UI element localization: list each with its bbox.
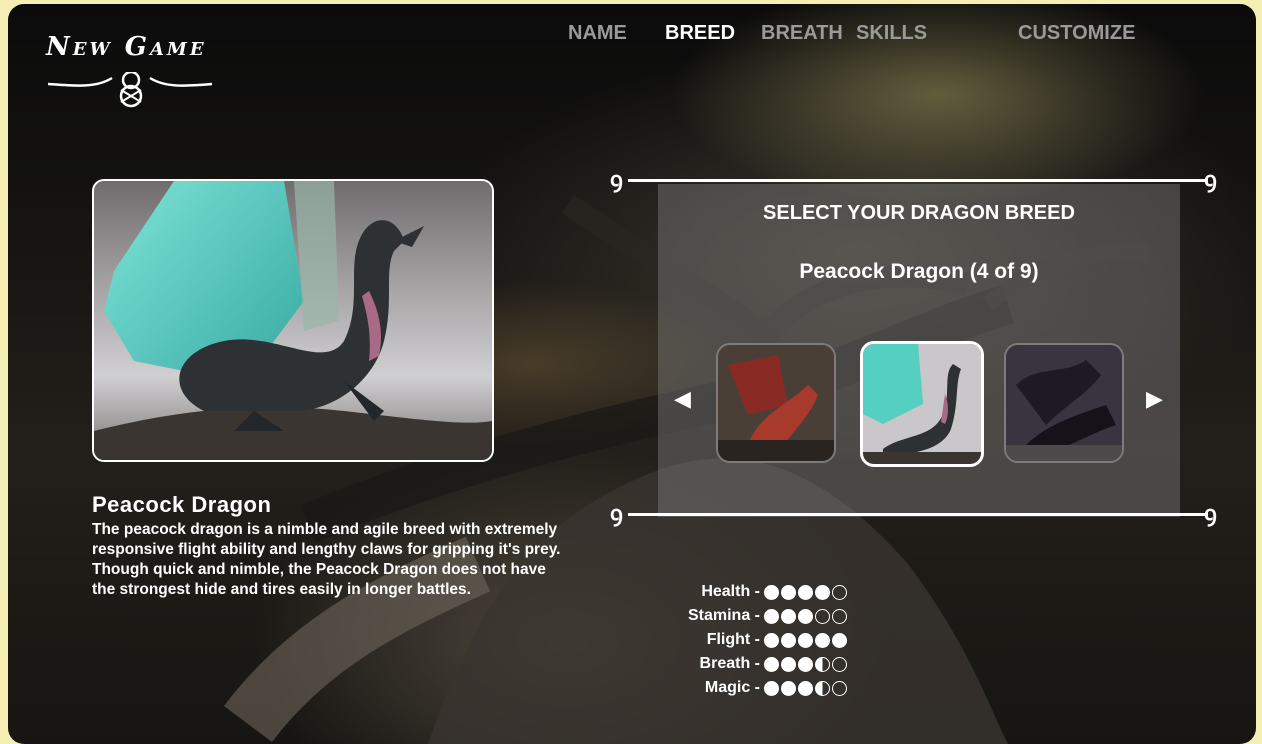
logo-ornament-icon (47, 72, 213, 108)
rating-dot-icon (764, 632, 779, 648)
panel-top-rail (628, 179, 1208, 182)
breed-thumbnail-selected[interactable] (860, 341, 984, 467)
nav-tab-breath[interactable]: BREATH (761, 22, 843, 45)
prev-breed-arrow-icon[interactable]: ◀ (674, 387, 691, 412)
stat-label: Flight - (706, 631, 760, 648)
stat-row-magic: Magic - (648, 676, 908, 700)
rating-dot-icon (832, 608, 847, 624)
stat-rating (764, 680, 847, 696)
rating-dot-icon (781, 680, 796, 696)
breed-stats: Health - Stamina - Flight - Breath - Mag… (648, 580, 908, 700)
nav-tab-name[interactable]: NAME (568, 22, 627, 45)
stat-rating (764, 608, 847, 624)
breed-thumbnail-next[interactable] (1004, 343, 1124, 463)
rating-dot-icon (815, 656, 830, 672)
game-window: New Game NAME BREED BREATH SKILLS CUSTOM… (8, 4, 1256, 744)
rating-dot-icon (815, 632, 830, 648)
nav-tab-skills[interactable]: SKILLS (856, 22, 927, 45)
rail-ornament-icon: ꝯ (1204, 167, 1217, 193)
breed-preview-image (92, 179, 494, 462)
rating-dot-icon (815, 608, 830, 624)
rail-ornament-icon: ꝯ (610, 501, 623, 527)
rail-ornament-icon: ꝯ (1204, 501, 1217, 527)
stat-row-health: Health - (648, 580, 908, 604)
rating-dot-icon (798, 680, 813, 696)
nav-tab-breed[interactable]: BREED (665, 22, 735, 45)
rating-dot-icon (781, 656, 796, 672)
stat-rating (764, 584, 847, 600)
breed-thumbnail-prev[interactable] (716, 343, 836, 463)
stat-rating (764, 656, 847, 672)
next-breed-arrow-icon[interactable]: ▶ (1146, 387, 1163, 412)
stat-label: Magic - (704, 679, 760, 696)
rating-dot-icon (798, 656, 813, 672)
red-dragon-thumbnail (718, 345, 834, 461)
stat-row-stamina: Stamina - (648, 604, 908, 628)
shadow-dragon-thumbnail (1006, 345, 1122, 461)
rail-ornament-icon: ꝯ (610, 167, 623, 193)
rating-dot-icon (798, 584, 813, 600)
selector-heading: SELECT YOUR DRAGON BREED (763, 202, 1075, 224)
stat-label: Stamina - (687, 607, 760, 624)
breed-description: The peacock dragon is a nimble and agile… (92, 521, 561, 598)
rating-dot-icon (832, 680, 847, 696)
rating-dot-icon (815, 680, 830, 696)
rating-dot-icon (764, 584, 779, 600)
peacock-dragon-illustration (94, 181, 492, 460)
stat-row-breath: Breath - (648, 652, 908, 676)
rating-dot-icon (764, 680, 779, 696)
rating-dot-icon (798, 632, 813, 648)
stat-rating (764, 632, 847, 648)
stat-label: Health - (701, 583, 760, 600)
rating-dot-icon (764, 608, 779, 624)
stat-label: Breath - (699, 655, 760, 672)
rating-dot-icon (781, 608, 796, 624)
rating-dot-icon (764, 656, 779, 672)
breed-name: Peacock Dragon (92, 492, 272, 517)
rating-dot-icon (781, 632, 796, 648)
selector-current-breed: Peacock Dragon (4 of 9) (799, 260, 1039, 283)
rating-dot-icon (798, 608, 813, 624)
rating-dot-icon (815, 584, 830, 600)
panel-bottom-rail (628, 513, 1208, 516)
breed-description-block: Peacock Dragon The peacock dragon is a n… (92, 492, 562, 600)
nav-tab-customize[interactable]: CUSTOMIZE (1018, 22, 1135, 45)
rating-dot-icon (832, 656, 847, 672)
peacock-dragon-thumbnail (863, 344, 981, 464)
rating-dot-icon (832, 584, 847, 600)
stat-row-flight: Flight - (648, 628, 908, 652)
rating-dot-icon (832, 632, 847, 648)
rating-dot-icon (781, 584, 796, 600)
top-nav: NAME BREED BREATH SKILLS CUSTOMIZE (8, 22, 1256, 52)
